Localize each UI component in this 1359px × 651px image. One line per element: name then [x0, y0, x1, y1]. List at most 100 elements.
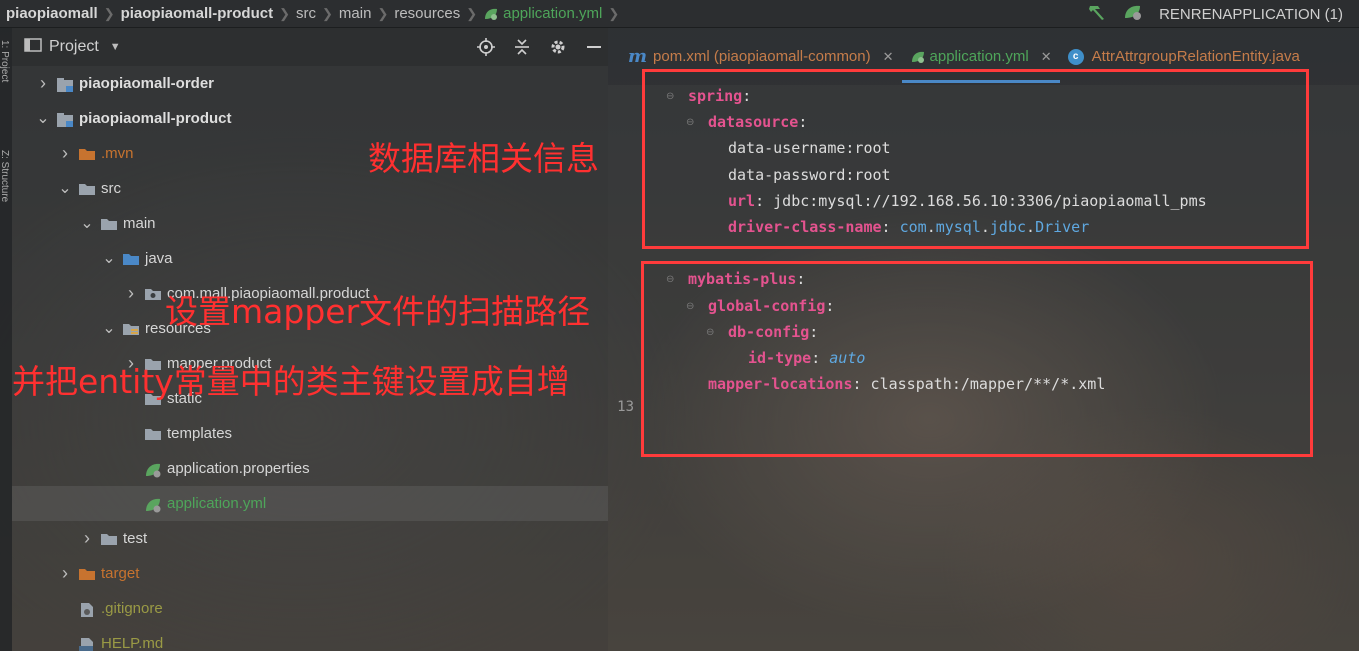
spring-run-config-icon [1123, 3, 1143, 25]
collapse-all-icon[interactable] [512, 37, 532, 57]
code-token: Driver [1035, 218, 1090, 236]
gear-icon[interactable] [548, 37, 568, 57]
folder-icon [144, 427, 162, 441]
tree-item[interactable]: ⌄ java [12, 241, 608, 276]
line-number: 13 [617, 399, 634, 415]
project-panel-header: Project ▼ [12, 28, 608, 66]
tree-item[interactable]: ⌄ main [12, 206, 608, 241]
tree-item-label: HELP.md [101, 635, 164, 651]
chevron-right-icon[interactable]: › [58, 563, 72, 584]
breadcrumb-separator-icon: ❯ [279, 5, 291, 21]
code-token: com [899, 218, 927, 236]
code-line: spring: [688, 83, 751, 109]
tree-item-label: src [101, 180, 121, 197]
chevron-down-icon[interactable]: ⌄ [80, 215, 94, 231]
tree-item[interactable]: › test [12, 521, 608, 556]
code-token: : [809, 322, 819, 341]
code-line: id-type: auto [748, 345, 865, 371]
code-token: spring [688, 87, 743, 105]
tab-attr-entity-java[interactable]: c AttrAttrgroupRelationEntity.java [1060, 28, 1308, 85]
tree-item[interactable]: › piaopiaomall-order [12, 66, 608, 101]
tab-pom-xml[interactable]: m pom.xml (piaopiaomall-common) ✕ [620, 28, 902, 85]
tree-item-label: test [123, 530, 148, 547]
chevron-right-icon[interactable]: › [80, 528, 94, 549]
tree-item-label: templates [167, 425, 233, 442]
tree-item-label: piaopiaomall-order [79, 75, 215, 92]
tree-item[interactable]: ›application.yml [12, 486, 608, 521]
tree-item[interactable]: ›application.properties [12, 451, 608, 486]
tree-item[interactable]: ›.gitignore [12, 591, 608, 626]
code-token: : [796, 270, 806, 289]
tree-item[interactable]: ›HELP.md [12, 626, 608, 651]
code-token: . [980, 218, 990, 236]
chevron-down-icon[interactable]: ⌄ [58, 180, 72, 196]
chevron-right-icon[interactable]: › [58, 143, 72, 164]
editor-tabs-bar: m pom.xml (piaopiaomall-common) ✕ applic… [608, 28, 1359, 85]
code-token: : [798, 113, 808, 132]
code-token: . [1026, 218, 1036, 236]
navigation-breadcrumb-bar: piaopiaomall ❯ piaopiaomall-product ❯ sr… [0, 0, 1359, 28]
tree-item-label: piaopiaomall-product [79, 110, 232, 127]
tree-item-label: .mvn [101, 145, 134, 162]
build-hammer-icon[interactable] [1087, 3, 1107, 25]
close-icon[interactable]: ✕ [883, 49, 894, 65]
code-line: mapper-locations: classpath:/mapper/**/*… [708, 371, 1105, 397]
code-token: db-config [728, 322, 810, 341]
left-tool-window-strip: 1: Project Z: Structure [0, 28, 12, 651]
tree-item[interactable]: ›templates [12, 416, 608, 451]
code-line: data-password:root [728, 162, 891, 188]
tree-item-label: application.yml [167, 495, 267, 512]
tree-item[interactable]: ⌄ piaopiaomall-product [12, 101, 608, 136]
breadcrumb-separator-icon: ❯ [322, 5, 333, 21]
structure-tool-tab[interactable]: Z: Structure [0, 150, 10, 202]
breadcrumb-separator-icon: ❯ [608, 5, 620, 21]
fold-marker-icon[interactable]: ⊖ [686, 117, 694, 128]
code-token: . [926, 218, 936, 236]
code-token: mysql [935, 218, 981, 236]
project-tool-window: Project ▼ › piaopiaomall-order ⌄ piaopiaoma… [12, 28, 608, 651]
fold-marker-icon[interactable]: ⊖ [666, 274, 674, 285]
breadcrumb-item-module[interactable]: piaopiaomall-product [121, 5, 274, 22]
run-configuration-selector[interactable]: RENRENAPPLICATION (1) [1159, 6, 1343, 23]
fold-marker-icon[interactable]: ⊖ [666, 91, 674, 102]
breadcrumb-item-file[interactable]: application.yml [503, 5, 602, 22]
chevron-down-icon[interactable]: ⌄ [36, 110, 50, 126]
tab-label: pom.xml (piaopiaomall-common) [653, 48, 871, 65]
fold-marker-icon[interactable]: ⊖ [706, 327, 714, 338]
fold-marker-icon[interactable]: ⊖ [686, 301, 694, 312]
tab-application-yml[interactable]: application.yml ✕ [901, 28, 1060, 85]
code-token: datasource [708, 113, 799, 132]
code-token: : [881, 218, 900, 236]
code-token: jdbc [989, 218, 1027, 236]
close-icon[interactable]: ✕ [1041, 49, 1052, 65]
annotation-db-info: 数据库相关信息 [368, 139, 599, 178]
spring-leaf-icon [483, 7, 499, 21]
tree-item-label: java [145, 250, 173, 267]
breadcrumb-item-src[interactable]: src [296, 5, 316, 22]
locate-crosshair-icon[interactable] [476, 37, 496, 57]
chevron-right-icon[interactable]: › [124, 283, 138, 304]
project-window-icon [24, 37, 42, 58]
project-tool-tab[interactable]: 1: Project [0, 40, 10, 82]
code-token: data-username:root [728, 139, 891, 158]
chevron-down-icon[interactable]: ⌄ [102, 320, 116, 336]
code-token: id-type [748, 349, 812, 367]
breadcrumb-separator-icon: ❯ [377, 5, 389, 21]
chevron-right-icon[interactable]: › [36, 73, 50, 94]
spring-config-file-icon [144, 462, 162, 477]
code-line: db-config: [728, 319, 818, 345]
project-view-selector[interactable]: Project ▼ [24, 37, 121, 58]
chevron-down-icon[interactable]: ⌄ [102, 250, 116, 266]
breadcrumb-item-main[interactable]: main [339, 5, 372, 22]
code-token: : [742, 87, 752, 105]
module-folder-icon [56, 77, 74, 92]
breadcrumb-item-resources[interactable]: resources [394, 5, 460, 22]
markdown-file-icon [78, 637, 96, 651]
breadcrumb-item-project[interactable]: piaopiaomall [6, 5, 98, 22]
ignore-file-icon [78, 602, 96, 617]
code-token: global-config [708, 296, 826, 315]
module-folder-icon [56, 112, 74, 127]
minimize-icon[interactable] [584, 37, 604, 57]
tree-item[interactable]: › target [12, 556, 608, 591]
annotation-entity-autoinc: 并把entity常量中的类主键设置成自增 [12, 362, 570, 401]
